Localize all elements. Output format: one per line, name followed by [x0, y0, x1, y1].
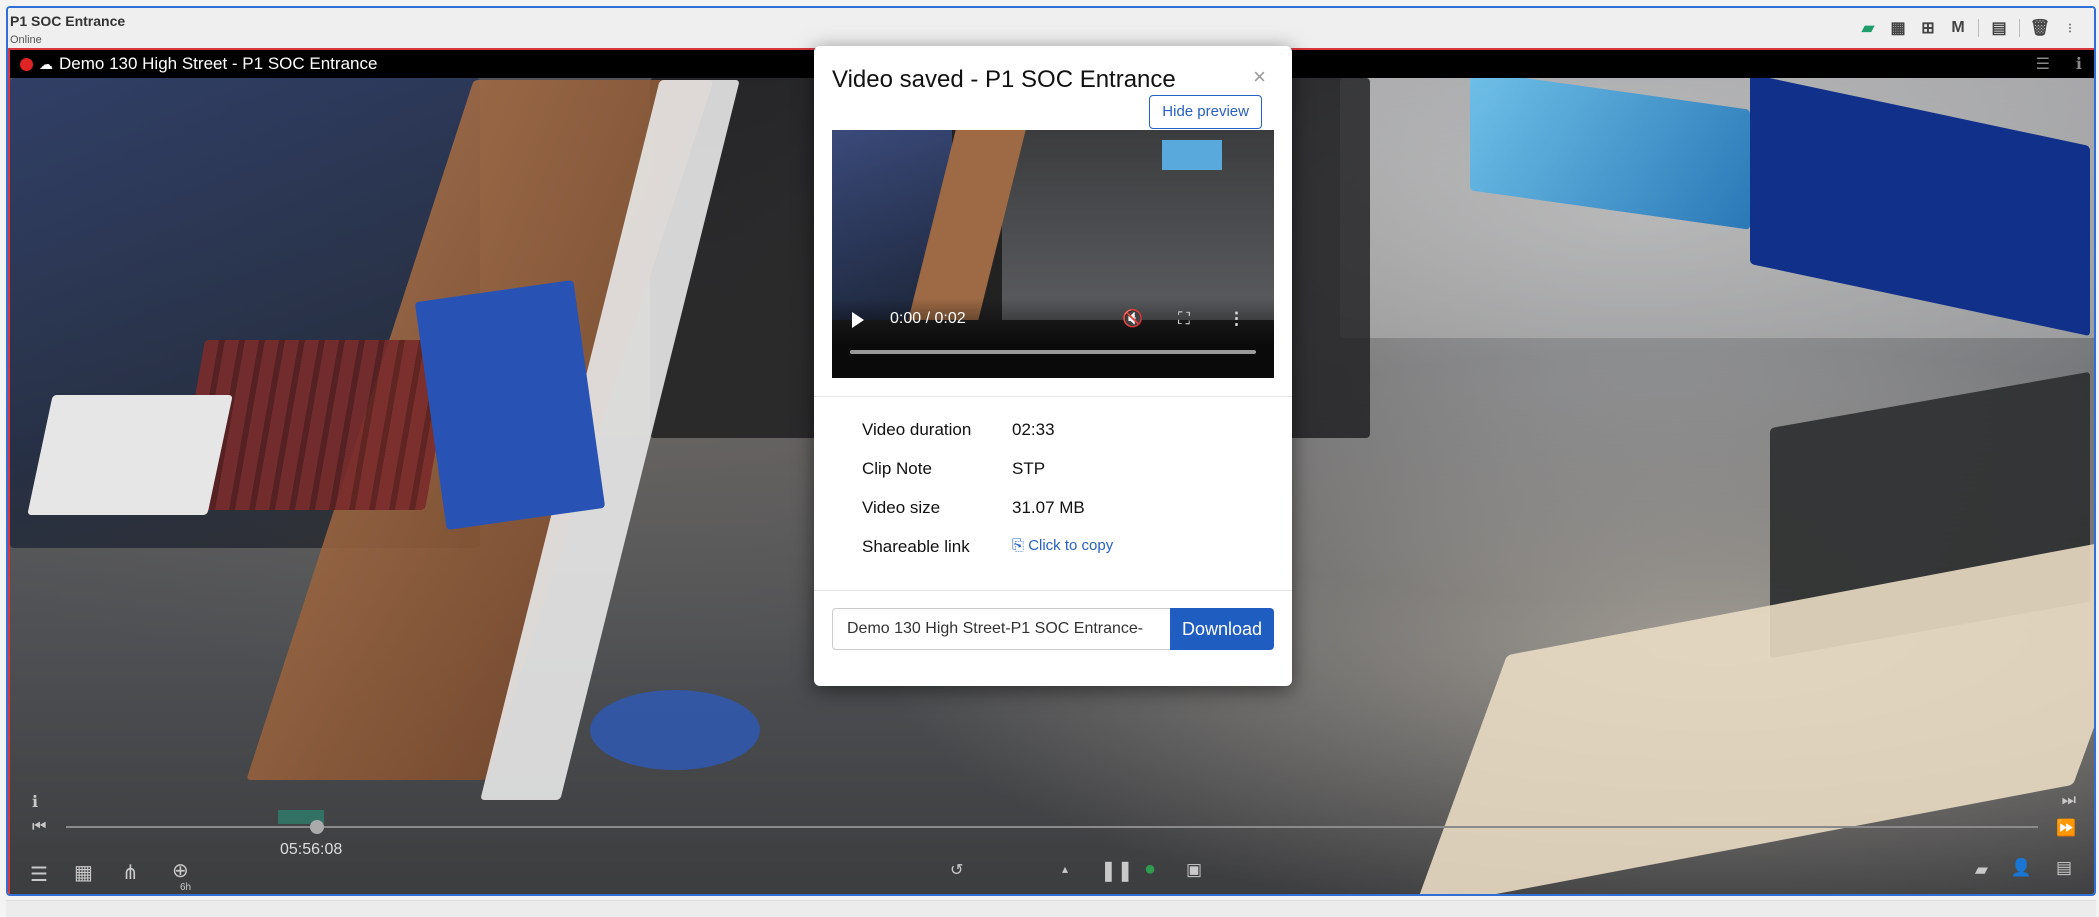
preview-scene	[1162, 140, 1222, 170]
detail-value: 02:33	[1012, 420, 1055, 439]
video-preview-player[interactable]: 0:00 / 0:02 🔇 ⛶ ⋮	[832, 130, 1274, 378]
live-indicator-icon: ●	[1144, 858, 1157, 880]
detail-label: Clip Note	[862, 459, 932, 478]
clipboard-icon[interactable]: ▤	[1989, 18, 2009, 38]
video-saved-dialog: Video saved - P1 SOC Entrance × Hide pre…	[814, 46, 1292, 686]
more-options-icon[interactable]: ⋮	[1228, 309, 1245, 329]
cloud-icon: ☁	[39, 55, 53, 72]
camera-name: Demo 130 High Street - P1 SOC Entrance	[59, 54, 378, 73]
detail-label: Shareable link	[862, 537, 970, 556]
copy-link-label: Click to copy	[1028, 537, 1114, 554]
detail-value: 31.07 MB	[1012, 498, 1085, 517]
save-icon[interactable]: ▣	[1186, 860, 1202, 880]
panel-title: P1 SOC Entrance	[10, 13, 126, 29]
panel-header: P1 SOC Entrance Online ▰ ▦ ⊞ M ▤ 🗑 ⋮	[8, 8, 2094, 48]
hide-preview-button[interactable]: Hide preview	[1149, 95, 1262, 129]
player-progress-bar[interactable]	[850, 350, 1256, 354]
more-icon[interactable]: ⋮	[2060, 18, 2080, 38]
scene-panel-box	[27, 395, 233, 515]
calendar-icon[interactable]: ▦	[74, 860, 93, 885]
dialog-title: Video saved - P1 SOC Entrance	[832, 66, 1176, 93]
fast-forward-icon[interactable]: ⏩	[2056, 818, 2076, 838]
tree-icon[interactable]: ⋔	[122, 860, 139, 885]
trash-icon[interactable]: 🗑	[2030, 18, 2050, 38]
copy-icon: ⎘	[1012, 537, 1025, 554]
detail-label: Video duration	[862, 420, 972, 439]
toolbar-divider	[2019, 19, 2020, 37]
recording-icon	[20, 57, 33, 71]
mute-icon[interactable]: 🔇	[1122, 309, 1143, 329]
detail-row: Shareable link ⎘ Click to copy	[862, 537, 1113, 557]
detail-value: STP	[1012, 459, 1046, 478]
close-icon[interactable]: ×	[1253, 64, 1266, 90]
fullscreen-icon[interactable]: ⛶	[1178, 309, 1190, 329]
download-button[interactable]: Download	[1170, 608, 1274, 650]
info-icon[interactable]: ℹ	[2076, 54, 2082, 74]
preview-scene	[1002, 130, 1274, 320]
scene-blue-panel	[414, 279, 606, 531]
list-icon[interactable]: ☰	[2036, 54, 2050, 74]
skip-back-icon[interactable]: ⏮	[32, 818, 46, 836]
detail-row: Clip Note STP	[862, 459, 1045, 479]
header-toolbar: ▰ ▦ ⊞ M ▤ 🗑 ⋮	[1858, 18, 2080, 38]
video-camera-icon[interactable]: ▰	[1858, 18, 1878, 38]
panel-status: Online	[10, 34, 42, 46]
person-icon[interactable]: 👤	[2011, 858, 2032, 878]
skip-end-icon[interactable]: ⏭	[2062, 792, 2076, 810]
motion-icon[interactable]: M	[1948, 18, 1968, 38]
list-icon[interactable]: ☰	[30, 862, 48, 887]
scene-table	[1414, 530, 2094, 894]
video-camera-icon[interactable]: ▰	[1975, 860, 1988, 880]
toolbar-divider	[1978, 19, 1979, 37]
zoom-level: 6h	[180, 882, 192, 893]
timeline-time: 05:56:08	[280, 841, 343, 858]
info-icon[interactable]: ℹ	[32, 792, 38, 812]
layout-grid-icon[interactable]: ⊞	[1918, 18, 1938, 38]
calendar-icon[interactable]: ▦	[1888, 18, 1908, 38]
divider	[814, 396, 1292, 397]
step-up-icon[interactable]: ▴	[1062, 862, 1068, 876]
clipboard-icon[interactable]: ▤	[2056, 858, 2072, 878]
next-panel-edge	[6, 900, 2096, 917]
play-icon[interactable]	[852, 312, 864, 328]
pause-icon[interactable]: ❚❚	[1100, 858, 1134, 883]
player-time: 0:00 / 0:02	[890, 310, 966, 327]
copy-link[interactable]: ⎘ Click to copy	[1012, 537, 1113, 557]
divider	[814, 590, 1292, 591]
scene-bag	[590, 690, 760, 770]
detail-row: Video duration 02:33	[862, 420, 1055, 440]
timeline-handle[interactable]	[310, 820, 324, 834]
detail-row: Video size 31.07 MB	[862, 498, 1085, 518]
zoom-icon[interactable]: ⊕	[172, 858, 189, 883]
camera-label: ☁ Demo 130 High Street - P1 SOC Entrance	[20, 54, 377, 74]
filename-input[interactable]	[832, 608, 1172, 650]
history-icon[interactable]: ↺	[950, 860, 963, 880]
detail-label: Video size	[862, 498, 941, 517]
timeline-track[interactable]	[66, 826, 2038, 828]
